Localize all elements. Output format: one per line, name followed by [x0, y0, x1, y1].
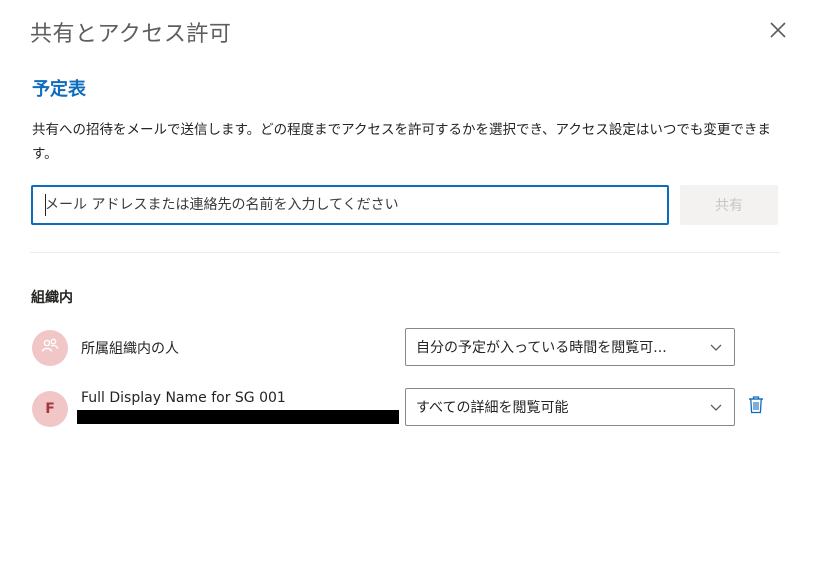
member-name: 所属組織内の人 — [81, 341, 179, 357]
permission-dropdown-sg-001[interactable]: すべての詳細を閲覧可能 — [405, 388, 735, 426]
dialog-title: 共有とアクセス許可 — [30, 22, 232, 47]
divider — [30, 252, 780, 253]
people-icon — [40, 336, 60, 360]
description-text: 共有への招待をメールで送信します。どの程度までアクセスを許可するかを選択でき、ア… — [32, 122, 771, 162]
calendar-name: 予定表 — [32, 79, 86, 100]
delete-member-button[interactable] — [745, 396, 767, 418]
chevron-down-icon — [708, 399, 724, 415]
avatar-initial: F — [45, 401, 55, 417]
member-name: Full Display Name for SG 001 — [81, 390, 286, 406]
permission-dropdown-organization[interactable]: 自分の予定が入っている時間を閲覧可... — [405, 328, 735, 366]
section-header-in-organization: 組織内 — [31, 290, 73, 306]
share-button[interactable]: 共有 — [680, 185, 778, 225]
permission-value: 自分の予定が入っている時間を閲覧可... — [416, 340, 667, 356]
chevron-down-icon — [708, 339, 724, 355]
text-caret — [45, 194, 46, 216]
avatar-sg-001: F — [32, 391, 68, 427]
share-permissions-dialog: 共有とアクセス許可 予定表 共有への招待をメールで送信します。どの程度までアクセ… — [0, 0, 832, 561]
invite-input[interactable] — [31, 185, 669, 225]
redacted-email — [77, 410, 399, 424]
close-icon — [769, 21, 787, 43]
trash-icon — [748, 396, 764, 418]
avatar-organization — [32, 330, 68, 366]
close-button[interactable] — [764, 18, 792, 46]
permission-value: すべての詳細を閲覧可能 — [416, 400, 569, 416]
